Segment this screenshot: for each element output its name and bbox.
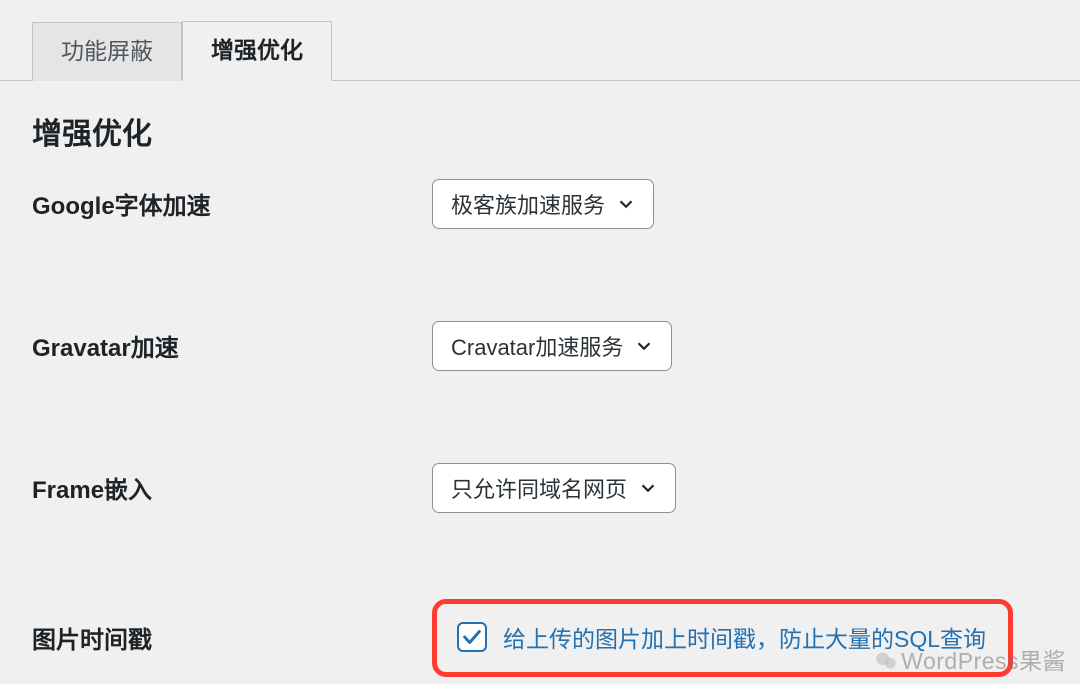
settings-page: 功能屏蔽 增强优化 增强优化 Google字体加速 极客族加速服务 Gravat… bbox=[0, 0, 1080, 677]
image-timestamp-label[interactable]: 给上传的图片加上时间戳，防止大量的SQL查询 bbox=[503, 620, 986, 654]
row-field: Cravatar加速服务 bbox=[432, 321, 1048, 371]
row-field: 只允许同域名网页 bbox=[432, 463, 1048, 513]
tab-label: 增强优化 bbox=[211, 37, 303, 63]
section-title: 增强优化 bbox=[0, 81, 1080, 153]
row-field: 极客族加速服务 bbox=[432, 179, 1048, 229]
select-value: 只允许同域名网页 bbox=[451, 472, 627, 504]
highlighted-option: 给上传的图片加上时间戳，防止大量的SQL查询 bbox=[432, 599, 1013, 677]
chevron-down-icon bbox=[637, 477, 659, 499]
gravatar-select[interactable]: Cravatar加速服务 bbox=[432, 321, 672, 371]
row-label: Google字体加速 bbox=[32, 186, 432, 221]
tab-feature-block[interactable]: 功能屏蔽 bbox=[32, 22, 182, 81]
google-fonts-select[interactable]: 极客族加速服务 bbox=[432, 179, 654, 229]
tab-bar: 功能屏蔽 增强优化 bbox=[0, 0, 1080, 81]
row-image-timestamp: 图片时间戳 给上传的图片加上时间戳，防止大量的SQL查询 bbox=[32, 599, 1048, 677]
row-label: Frame嵌入 bbox=[32, 470, 432, 505]
row-label: 图片时间戳 bbox=[32, 620, 432, 655]
tab-enhance-optimize[interactable]: 增强优化 bbox=[182, 21, 332, 81]
row-frame-embed: Frame嵌入 只允许同域名网页 bbox=[32, 463, 1048, 513]
select-value: 极客族加速服务 bbox=[451, 188, 605, 220]
chevron-down-icon bbox=[615, 193, 637, 215]
chevron-down-icon bbox=[633, 335, 655, 357]
row-gravatar: Gravatar加速 Cravatar加速服务 bbox=[32, 321, 1048, 371]
select-value: Cravatar加速服务 bbox=[451, 330, 623, 362]
settings-form: Google字体加速 极客族加速服务 Gravatar加速 Cravatar加速… bbox=[0, 153, 1080, 677]
image-timestamp-checkbox[interactable] bbox=[457, 622, 487, 652]
row-field: 给上传的图片加上时间戳，防止大量的SQL查询 bbox=[432, 599, 1048, 677]
row-label: Gravatar加速 bbox=[32, 328, 432, 363]
frame-embed-select[interactable]: 只允许同域名网页 bbox=[432, 463, 676, 513]
row-google-fonts: Google字体加速 极客族加速服务 bbox=[32, 179, 1048, 229]
tab-label: 功能屏蔽 bbox=[61, 38, 153, 64]
